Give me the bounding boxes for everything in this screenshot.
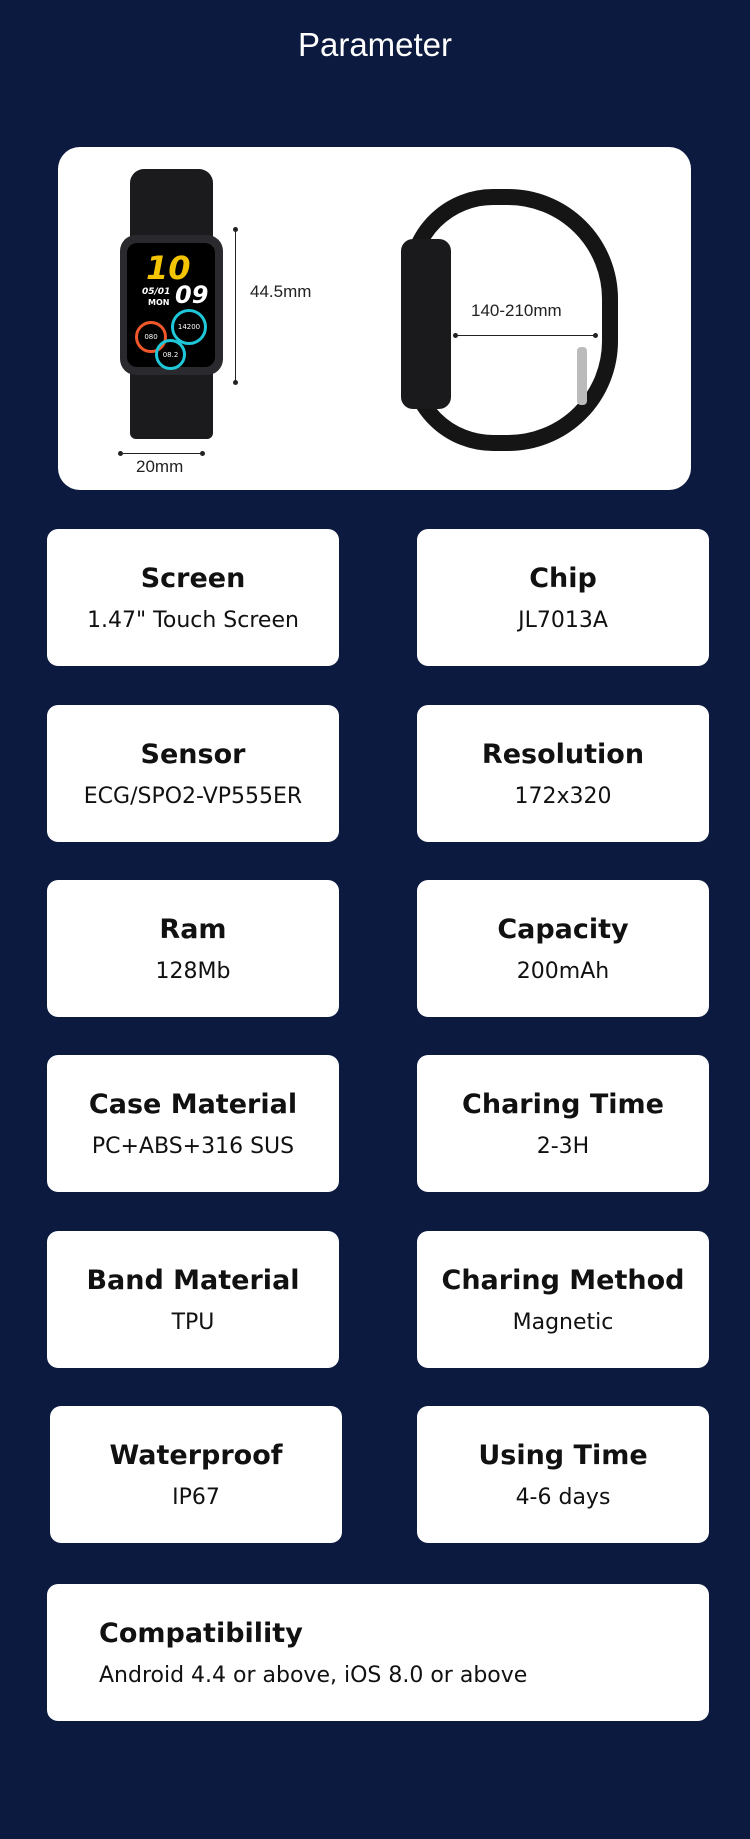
- spec-value: JL7013A: [518, 607, 608, 633]
- spec-value: IP67: [172, 1484, 220, 1510]
- spec-value: Android 4.4 or above, iOS 8.0 or above: [99, 1662, 528, 1688]
- spec-card-waterproof: Waterproof IP67: [50, 1406, 342, 1543]
- spec-value: 172x320: [514, 783, 612, 809]
- spec-label: Sensor: [140, 738, 246, 770]
- height-dimension: 44.5mm: [250, 282, 312, 301]
- spec-value: Magnetic: [512, 1309, 614, 1335]
- spec-label: Charing Method: [441, 1264, 685, 1296]
- strap-dimension-line: [455, 335, 595, 336]
- spec-label: Band Material: [86, 1264, 300, 1296]
- spec-label: Case Material: [88, 1088, 298, 1120]
- height-dimension-line: [235, 229, 236, 382]
- dimension-marker: [233, 380, 238, 385]
- spec-card-band-material: Band Material TPU: [47, 1231, 339, 1368]
- spec-value: TPU: [171, 1309, 215, 1335]
- spec-value: 128Mb: [155, 958, 231, 984]
- spec-label: Waterproof: [109, 1439, 283, 1471]
- spec-card-charging-time: Charing Time 2-3H: [417, 1055, 709, 1192]
- distance-ring: 08.2: [155, 339, 186, 370]
- watch-date: 05/01: [142, 287, 171, 297]
- spec-card-chip: Chip JL7013A: [417, 529, 709, 666]
- distance-value: 08.2: [162, 350, 179, 359]
- spec-card-ram: Ram 128Mb: [47, 880, 339, 1017]
- spec-label: Screen: [140, 562, 246, 594]
- spec-card-charging-method: Charing Method Magnetic: [417, 1231, 709, 1368]
- page-title: Parameter: [297, 26, 453, 63]
- spec-card-compatibility: Compatibility Android 4.4 or above, iOS 8…: [47, 1584, 709, 1721]
- spec-value: ECG/SPO2-VP555ER: [83, 783, 303, 809]
- spec-value: PC+ABS+316 SUS: [91, 1133, 295, 1159]
- spec-value: 200mAh: [516, 958, 610, 984]
- spec-card-resolution: Resolution 172x320: [417, 705, 709, 842]
- spec-label: Capacity: [497, 913, 629, 945]
- spec-label: Using Time: [478, 1439, 648, 1471]
- band-clasp: [577, 347, 587, 405]
- watch-front-image: 10 05/01 MON 09 14200 080 08.2: [120, 169, 223, 439]
- strap-dimension: 140-210mm: [471, 301, 562, 320]
- product-image-panel: 10 05/01 MON 09 14200 080 08.2 44.5mm 20…: [58, 147, 691, 490]
- spec-card-screen: Screen 1.47" Touch Screen: [47, 529, 339, 666]
- spec-label: Resolution: [481, 738, 645, 770]
- spec-value: 2-3H: [536, 1133, 590, 1159]
- width-dimension-line: [120, 453, 202, 454]
- heart-rate-value: 080: [144, 333, 158, 341]
- watch-side-body: [401, 239, 451, 409]
- spec-value: 1.47" Touch Screen: [87, 607, 299, 633]
- width-dimension: 20mm: [136, 457, 184, 476]
- dimension-marker: [593, 333, 598, 338]
- dimension-marker: [200, 451, 205, 456]
- spec-label: Chip: [529, 562, 597, 594]
- spec-card-case-material: Case Material PC+ABS+316 SUS: [47, 1055, 339, 1192]
- steps-value: 14200: [177, 323, 201, 331]
- spec-card-using-time: Using Time 4-6 days: [417, 1406, 709, 1543]
- spec-label: Ram: [159, 913, 227, 945]
- watch-day: MON: [148, 298, 170, 307]
- spec-value: 4-6 days: [515, 1484, 611, 1510]
- spec-card-capacity: Capacity 200mAh: [417, 880, 709, 1017]
- spec-label: Charing Time: [462, 1088, 664, 1120]
- watch-minute: 09: [175, 281, 209, 309]
- spec-label: Compatibility: [99, 1617, 303, 1649]
- spec-card-sensor: Sensor ECG/SPO2-VP555ER: [47, 705, 339, 842]
